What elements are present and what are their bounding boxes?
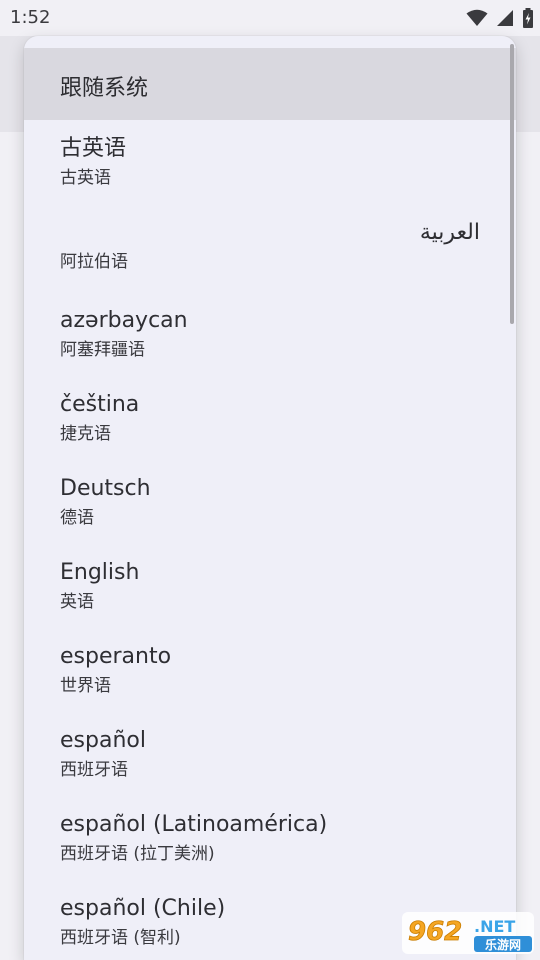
language-native-name: azərbaycan: [60, 308, 188, 333]
menu-item-czech[interactable]: čeština 捷克语: [24, 392, 516, 476]
language-native-name: español: [60, 728, 146, 753]
menu-item-label: 跟随系统: [60, 76, 149, 101]
language-native-name: esperanto: [60, 644, 172, 669]
wifi-icon: [466, 9, 488, 26]
language-translated-name: 德语: [60, 508, 94, 528]
language-native-name: čeština: [60, 392, 140, 417]
language-translated-name: 世界语: [60, 676, 111, 696]
menu-scrollbar[interactable]: [510, 44, 514, 324]
language-translated-name: 英语: [60, 592, 94, 612]
language-native-name: English: [60, 560, 140, 585]
language-native-name: Deutsch: [60, 476, 151, 501]
language-translated-name: 阿塞拜疆语: [60, 340, 145, 360]
watermark-chinese: 乐游网: [485, 937, 521, 952]
language-translated-name: 西班牙语: [60, 760, 128, 780]
language-translated-name: 捷克语: [60, 424, 111, 444]
menu-item-german[interactable]: Deutsch 德语: [24, 476, 516, 560]
watermark-suffix: .NET: [474, 917, 515, 936]
language-native-name: español (Chile): [60, 896, 226, 921]
menu-item-english[interactable]: English 英语: [24, 560, 516, 644]
language-menu: 跟随系统 古英语 古英语 العربية 阿拉伯语 azərbaycan 阿塞拜…: [24, 36, 516, 960]
language-native-name: español (Latinoamérica): [60, 812, 328, 837]
status-time: 1:52: [10, 7, 51, 28]
menu-item-follow-system[interactable]: 跟随系统: [24, 48, 516, 120]
menu-item-spanish[interactable]: español 西班牙语: [24, 728, 516, 812]
watermark-number: 962: [408, 917, 462, 947]
menu-item-spanish-latin-america[interactable]: español (Latinoamérica) 西班牙语 (拉丁美洲): [24, 812, 516, 896]
menu-item-esperanto[interactable]: esperanto 世界语: [24, 644, 516, 728]
menu-item-azerbaijani[interactable]: azərbaycan 阿塞拜疆语: [24, 308, 516, 392]
watermark-logo: 962 .NET 乐游网: [402, 912, 534, 954]
status-icons: [466, 7, 534, 29]
menu-item-old-english[interactable]: 古英语 古英语: [24, 136, 516, 220]
cellular-signal-icon: [497, 10, 513, 26]
battery-charging-icon: [523, 8, 533, 28]
language-native-name: العربية: [419, 220, 480, 245]
language-native-name: 古英语: [60, 136, 127, 161]
language-translated-name: 西班牙语 (智利): [60, 928, 181, 948]
language-translated-name: 阿拉伯语: [60, 252, 128, 272]
language-translated-name: 古英语: [60, 168, 111, 188]
menu-item-arabic[interactable]: العربية 阿拉伯语: [24, 220, 516, 304]
language-translated-name: 西班牙语 (拉丁美洲): [60, 844, 215, 864]
status-bar: 1:52: [0, 0, 540, 36]
